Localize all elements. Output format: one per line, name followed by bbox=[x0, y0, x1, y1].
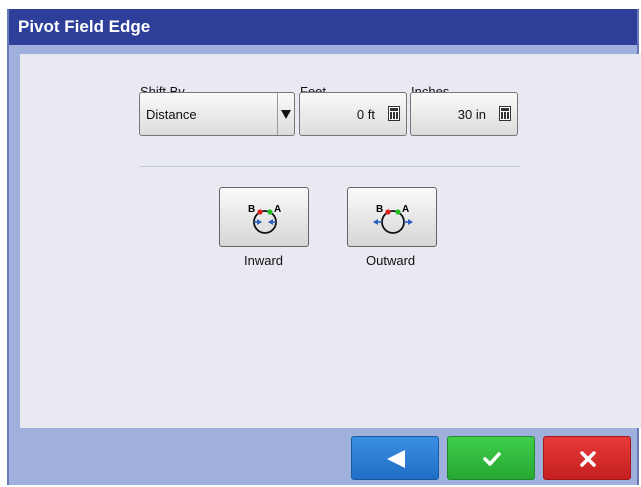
dialog-title: Pivot Field Edge bbox=[18, 17, 151, 36]
outward-shift-icon: B A bbox=[373, 204, 413, 234]
point-a-label: A bbox=[274, 204, 281, 215]
inward-button[interactable]: B A bbox=[219, 187, 309, 247]
inward-label: Inward bbox=[244, 253, 284, 268]
calculator-icon bbox=[388, 106, 400, 121]
inward-shift-icon: B A bbox=[248, 204, 281, 234]
cancel-button[interactable] bbox=[543, 436, 631, 480]
left-arrow-icon bbox=[387, 450, 405, 468]
feet-input[interactable]: 0 ft bbox=[299, 92, 407, 136]
dropdown-arrow-icon bbox=[277, 93, 294, 135]
pivot-field-edge-dialog: Pivot Field Edge bbox=[7, 9, 641, 485]
outward-button[interactable]: B A bbox=[347, 187, 437, 247]
calculator-icon bbox=[499, 106, 511, 121]
title-bar: Pivot Field Edge bbox=[9, 9, 637, 45]
back-button[interactable] bbox=[351, 436, 439, 480]
shift-by-dropdown[interactable]: Distance bbox=[139, 92, 295, 136]
inches-value: 30 in bbox=[457, 107, 486, 122]
point-b-label: B bbox=[248, 204, 255, 215]
section-divider bbox=[140, 166, 520, 167]
feet-value: 0 ft bbox=[356, 107, 375, 122]
point-b-label: B bbox=[376, 204, 383, 215]
x-icon bbox=[580, 451, 596, 467]
checkmark-icon bbox=[483, 452, 501, 466]
shift-by-value: Distance bbox=[146, 107, 197, 122]
accept-button[interactable] bbox=[447, 436, 535, 480]
point-a-label: A bbox=[402, 204, 409, 215]
inches-input[interactable]: 30 in bbox=[410, 92, 518, 136]
outward-label: Outward bbox=[366, 253, 416, 268]
